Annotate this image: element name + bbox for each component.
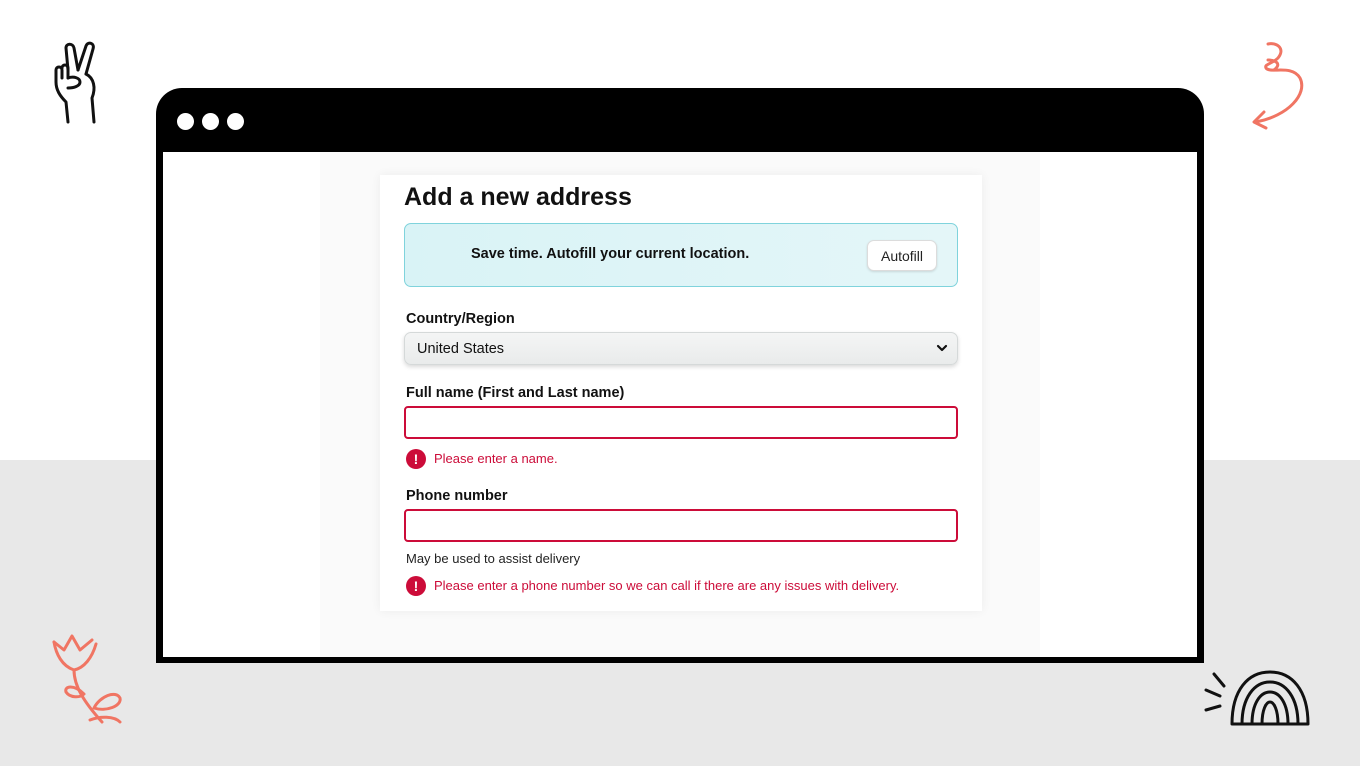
phone-input[interactable] (404, 509, 958, 542)
full-name-label: Full name (First and Last name) (406, 385, 625, 401)
autofill-message: Save time. Autofill your current locatio… (471, 246, 750, 262)
phone-error-text: Please enter a phone number so we can ca… (434, 578, 900, 593)
window-dot-icon (177, 113, 194, 130)
browser-content: Add a new address Save time. Autofill yo… (163, 152, 1197, 657)
peace-hand-icon (54, 41, 96, 124)
country-select[interactable]: United States (404, 332, 958, 365)
alert-icon: ! (406, 449, 426, 469)
phone-hint: May be used to assist delivery (406, 551, 581, 566)
autofill-button[interactable]: Autofill (867, 240, 937, 271)
chevron-down-icon (936, 344, 948, 352)
tulip-icon (52, 634, 122, 724)
page-title: Add a new address (404, 183, 632, 211)
browser-window: Add a new address Save time. Autofill yo… (156, 88, 1204, 663)
phone-label: Phone number (406, 488, 508, 504)
country-label: Country/Region (406, 311, 515, 327)
address-form: Add a new address Save time. Autofill yo… (380, 175, 982, 611)
spiral-arrow-icon (1252, 42, 1304, 130)
country-select-value: United States (417, 341, 505, 357)
full-name-error-text: Please enter a name. (434, 451, 558, 466)
window-dot-icon (227, 113, 244, 130)
window-dot-icon (202, 113, 219, 130)
rainbow-icon (1204, 670, 1310, 726)
autofill-banner: Save time. Autofill your current locatio… (404, 223, 958, 287)
full-name-input[interactable] (404, 406, 958, 439)
alert-icon: ! (406, 576, 426, 596)
